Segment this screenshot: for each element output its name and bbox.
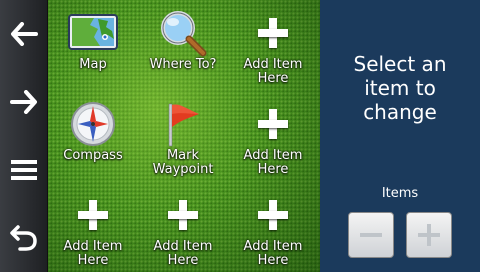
tile-add-item[interactable]: Add Item Here xyxy=(48,182,138,272)
magnifier-icon xyxy=(161,11,207,57)
tile-add-item[interactable]: Add Item Here xyxy=(228,91,318,181)
tile-label: Add Item Here xyxy=(243,239,303,268)
compass-icon xyxy=(71,102,115,146)
tile-label: Map xyxy=(79,57,107,72)
tile-mark-waypoint[interactable]: Mark Waypoint xyxy=(138,91,228,181)
item-grid: Map Where To? Add Item Here Compass Mark… xyxy=(48,0,320,272)
back-button[interactable] xyxy=(0,0,48,68)
tile-label: Add Item Here xyxy=(243,148,303,177)
tile-label: Add Item Here xyxy=(63,239,123,268)
forward-button[interactable] xyxy=(0,68,48,136)
plus-icon xyxy=(168,200,198,230)
tile-label: Mark Waypoint xyxy=(152,148,214,177)
return-button[interactable] xyxy=(0,204,48,272)
tile-label: Where To? xyxy=(149,57,217,72)
tile-add-item[interactable]: Add Item Here xyxy=(228,182,318,272)
plus-icon xyxy=(78,200,108,230)
tile-add-item[interactable]: Add Item Here xyxy=(138,182,228,272)
menu-icon xyxy=(11,160,37,180)
tile-map[interactable]: Map xyxy=(48,0,138,90)
add-item-button[interactable] xyxy=(406,212,452,258)
tile-add-item[interactable]: Add Item Here xyxy=(228,0,318,90)
plus-icon xyxy=(258,109,288,139)
panel-prompt: Select an item to change xyxy=(353,52,447,124)
minus-icon xyxy=(360,224,382,246)
plus-icon xyxy=(258,200,288,230)
instruction-panel: Select an item to change Items xyxy=(320,0,480,272)
tile-compass[interactable]: Compass xyxy=(48,91,138,181)
side-nav xyxy=(0,0,48,272)
plus-icon xyxy=(258,18,288,48)
menu-button[interactable] xyxy=(0,136,48,204)
plus-icon xyxy=(418,224,440,246)
forward-arrow-icon xyxy=(10,90,37,114)
tile-label: Compass xyxy=(63,148,123,163)
return-icon xyxy=(10,225,37,251)
items-label: Items xyxy=(381,186,419,201)
map-icon xyxy=(68,14,118,50)
flag-icon xyxy=(168,103,199,147)
tile-label: Add Item Here xyxy=(243,57,303,86)
tile-label: Add Item Here xyxy=(153,239,213,268)
tile-where-to[interactable]: Where To? xyxy=(138,0,228,90)
remove-item-button[interactable] xyxy=(348,212,394,258)
back-arrow-icon xyxy=(11,22,38,46)
